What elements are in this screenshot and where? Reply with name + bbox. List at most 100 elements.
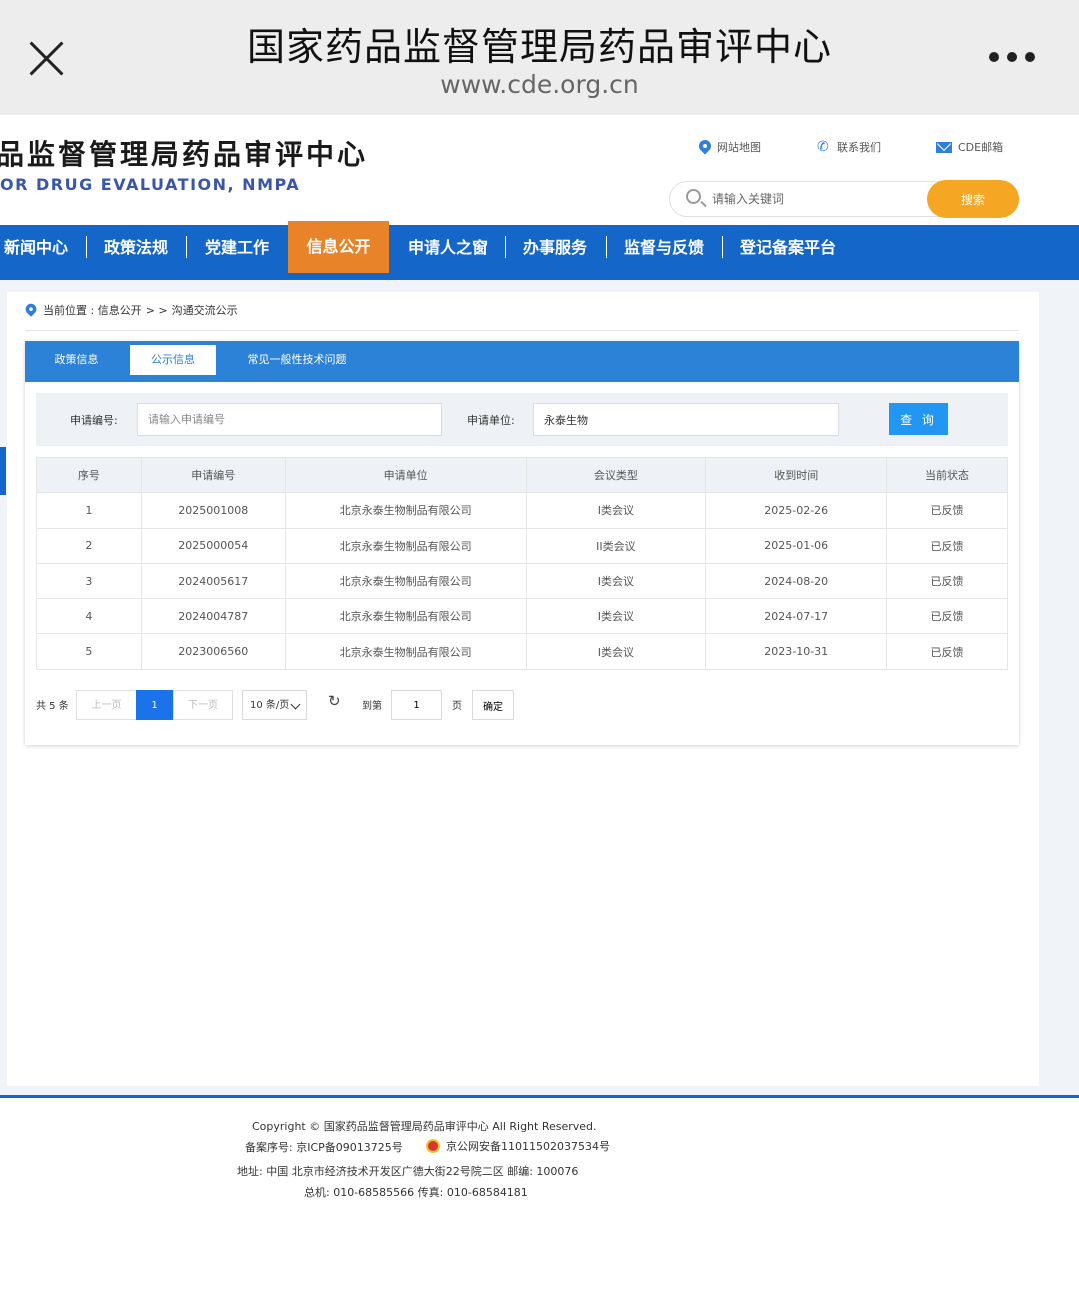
footer-phone: 总机: 010-68585566 传真: 010-68584181: [304, 1186, 528, 1199]
nav-party[interactable]: 党建工作: [205, 225, 269, 271]
tab-public-info[interactable]: 公示信息: [130, 345, 216, 375]
footer-icp[interactable]: 备案序号: 京ICP备09013725号: [245, 1139, 403, 1155]
cell-unit: 北京永泰生物制品有限公司: [284, 527, 527, 564]
phone-icon: ✆: [817, 139, 829, 155]
unit-input[interactable]: [533, 403, 839, 436]
table-row: 5 2023006560 北京永泰生物制品有限公司 I类会议 2023-10-31 已反馈: [36, 633, 1008, 670]
cell-unit: 北京永泰生物制品有限公司: [284, 492, 527, 529]
nav-info-public[interactable]: 信息公开: [288, 221, 389, 273]
nav-registration[interactable]: 登记备案平台: [740, 225, 836, 271]
nav-services[interactable]: 办事服务: [523, 225, 587, 271]
divider: [25, 330, 1019, 331]
location-pin-icon: [699, 140, 711, 155]
cell-received: 2023-10-31: [705, 633, 888, 670]
site-search-input[interactable]: [712, 188, 922, 210]
breadcrumb-separator: > >: [145, 303, 168, 317]
cell-unit: 北京永泰生物制品有限公司: [284, 598, 527, 635]
total-count: 共 5 条: [36, 701, 69, 712]
site-search: 搜索: [669, 180, 1019, 218]
nav-divider: [186, 236, 187, 258]
results-table: 序号 申请编号 申请单位 会议类型 收到时间 当前状态 1 2025001008 北…: [36, 456, 1008, 670]
table-row: 3 2024005617 北京永泰生物制品有限公司 I类会议 2024-08-20 已反馈: [36, 562, 1008, 600]
nav-divider: [86, 236, 87, 258]
cell-received: 2025-01-06: [705, 527, 888, 564]
table-row: 1 2025001008 北京永泰生物制品有限公司 I类会议 2025-02-26 已反馈: [36, 492, 1008, 529]
table-body: 1 2025001008 北京永泰生物制品有限公司 I类会议 2025-02-26 已反馈…: [36, 492, 1008, 670]
cell-index: 1: [36, 492, 142, 529]
cell-app-no: 2024005617: [140, 562, 286, 600]
next-page-button[interactable]: 下一页: [173, 690, 233, 720]
app-no-label: 申请编号:: [70, 414, 118, 427]
page-url: www.cde.org.cn: [440, 70, 639, 99]
cell-received: 2024-08-20: [705, 562, 888, 600]
search-icon: [686, 189, 701, 204]
police-emblem-icon: [426, 1139, 440, 1153]
cell-status: 已反馈: [886, 598, 1008, 635]
breadcrumb-current: 沟通交流公示: [171, 304, 238, 317]
footer-police-record[interactable]: 京公网安备11011502037534号: [426, 1138, 610, 1154]
col-status: 当前状态: [886, 456, 1008, 494]
cell-status: 已反馈: [886, 492, 1008, 529]
tab-policy-info[interactable]: 政策信息: [39, 341, 114, 382]
nav-applicant[interactable]: 申请人之窗: [408, 225, 488, 271]
cell-index: 3: [36, 562, 142, 600]
breadcrumb-prefix[interactable]: 当前位置 : 信息公开: [43, 302, 142, 318]
cell-app-no: 2025000054: [140, 527, 286, 564]
mail-icon: [936, 141, 952, 153]
contact-link[interactable]: ✆ 联系我们: [817, 139, 881, 155]
cell-unit: 北京永泰生物制品有限公司: [284, 562, 527, 600]
nav-divider: [722, 236, 723, 258]
cell-app-no: 2023006560: [140, 633, 286, 670]
cell-meeting-type: I类会议: [525, 598, 707, 635]
cell-received: 2024-07-17: [705, 598, 888, 635]
sitemap-link[interactable]: 网站地图: [699, 139, 761, 155]
results-card: 政策信息 公示信息 常见一般性技术问题 申请编号: 申请单位: 查 询 序号 申…: [25, 341, 1019, 745]
contact-label: 联系我们: [837, 141, 881, 154]
footer-address: 地址: 中国 北京市经济技术开发区广德大街22号院二区 邮编: 100076: [237, 1165, 579, 1178]
sitemap-label: 网站地图: [717, 141, 761, 154]
footer-police-text: 京公网安备11011502037534号: [446, 1140, 610, 1153]
nav-policy[interactable]: 政策法规: [104, 225, 168, 271]
col-unit: 申请单位: [284, 456, 527, 494]
cell-index: 5: [36, 633, 142, 670]
chevron-down-icon: [290, 699, 301, 710]
footer-copyright: Copyright © 国家药品监督管理局药品审评中心 All Right Re…: [252, 1120, 597, 1133]
table-row: 2 2025000054 北京永泰生物制品有限公司 II类会议 2025-01-06 已反…: [36, 527, 1008, 564]
prev-page-button[interactable]: 上一页: [76, 690, 137, 720]
col-app-no: 申请编号: [140, 456, 286, 494]
cell-index: 4: [36, 598, 142, 635]
tab-tech-questions[interactable]: 常见一般性技术问题: [237, 341, 357, 382]
goto-page-input[interactable]: [391, 690, 442, 720]
more-options-icon[interactable]: [989, 52, 1039, 64]
site-header: 品监督管理局药品审评中心 OR DRUG EVALUATION, NMPA 网站…: [0, 115, 1079, 225]
cde-mail-link[interactable]: CDE邮箱: [936, 139, 1003, 155]
page-size-value: 10 条/页: [250, 700, 290, 711]
cell-received: 2025-02-26: [705, 492, 888, 529]
site-logo-en: OR DRUG EVALUATION, NMPA: [0, 175, 301, 194]
nav-news[interactable]: 新闻中心: [4, 225, 68, 271]
page-title: 国家药品监督管理局药品审评中心: [246, 25, 832, 69]
cell-meeting-type: I类会议: [525, 492, 707, 529]
cell-status: 已反馈: [886, 562, 1008, 600]
page-unit-label: 页: [452, 701, 462, 712]
col-received: 收到时间: [705, 456, 888, 494]
goto-confirm-button[interactable]: 确定: [472, 690, 514, 720]
col-meeting-type: 会议类型: [525, 456, 707, 494]
app-no-input[interactable]: [137, 403, 442, 436]
query-button[interactable]: 查 询: [889, 403, 948, 435]
page-size-select[interactable]: 10 条/页: [242, 690, 307, 720]
nav-divider: [606, 236, 607, 258]
page-1-button[interactable]: 1: [136, 690, 173, 720]
side-tab-indicator[interactable]: [0, 447, 6, 495]
refresh-icon[interactable]: ↻: [328, 692, 341, 710]
cell-app-no: 2024004787: [140, 598, 286, 635]
col-index: 序号: [36, 456, 142, 494]
cell-index: 2: [36, 527, 142, 564]
site-search-button[interactable]: 搜索: [927, 180, 1019, 218]
table-row: 4 2024004787 北京永泰生物制品有限公司 I类会议 2024-07-17 已反馈: [36, 598, 1008, 635]
site-logo-cn[interactable]: 品监督管理局药品审评中心: [0, 133, 368, 173]
nav-supervision[interactable]: 监督与反馈: [624, 225, 704, 271]
unit-label: 申请单位:: [467, 414, 515, 427]
table-header-row: 序号 申请编号 申请单位 会议类型 收到时间 当前状态: [36, 456, 1008, 494]
cell-unit: 北京永泰生物制品有限公司: [284, 633, 527, 670]
